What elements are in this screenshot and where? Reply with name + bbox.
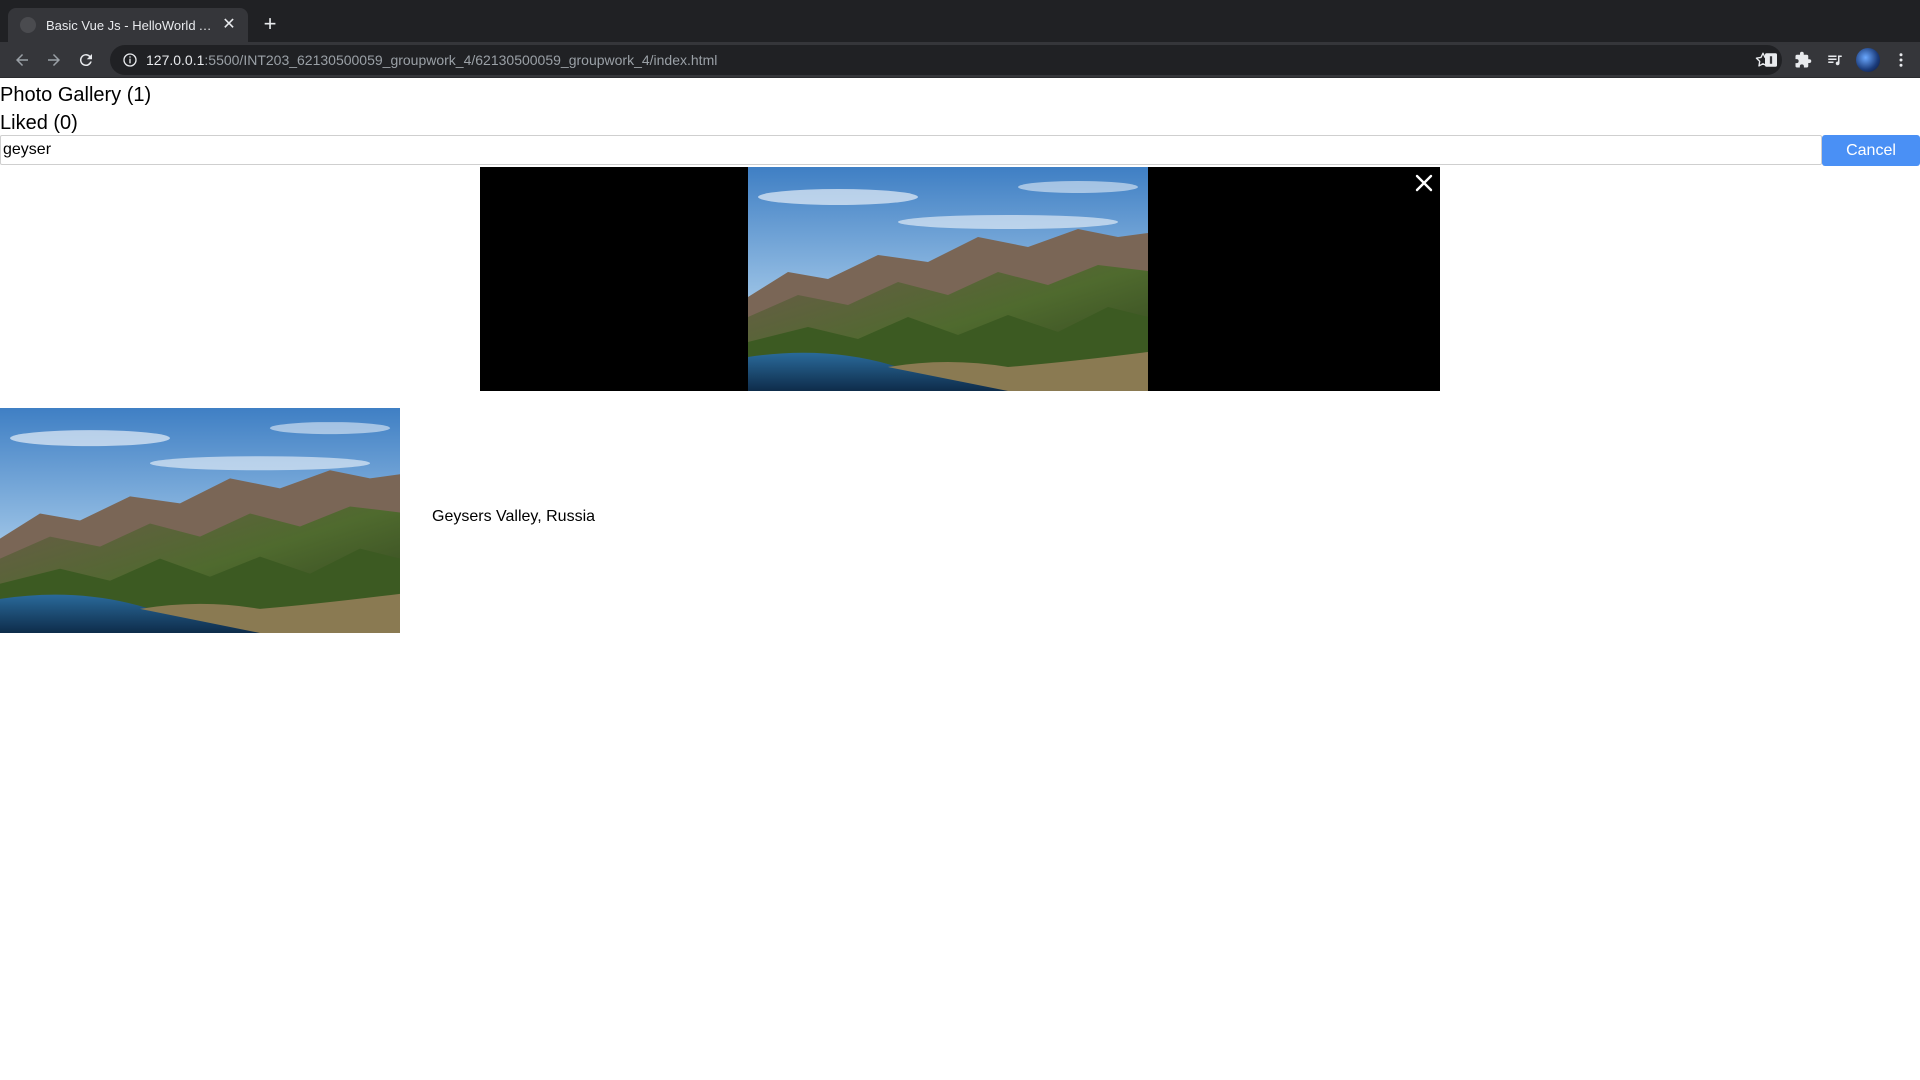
liked-heading[interactable]: Liked (0) bbox=[0, 110, 78, 136]
extension-i-icon[interactable] bbox=[1760, 49, 1782, 71]
browser-tab[interactable]: Basic Vue Js - HelloWorld App ✕ bbox=[8, 8, 248, 42]
reload-icon[interactable] bbox=[70, 44, 102, 76]
cancel-button[interactable]: Cancel bbox=[1822, 135, 1920, 166]
new-tab-button[interactable]: + bbox=[258, 10, 282, 38]
profile-avatar[interactable] bbox=[1856, 48, 1880, 72]
tab-title: Basic Vue Js - HelloWorld App bbox=[46, 17, 220, 33]
tab-close-icon[interactable]: ✕ bbox=[220, 16, 238, 34]
url-text: 127.0.0.1:5500/INT203_62130500059_groupw… bbox=[146, 52, 717, 68]
globe-icon bbox=[20, 17, 36, 33]
viewer-photo bbox=[748, 167, 1148, 391]
url-path: :5500/INT203_62130500059_groupwork_4/621… bbox=[204, 52, 718, 68]
back-arrow-icon[interactable] bbox=[6, 44, 38, 76]
url-host: 127.0.0.1 bbox=[146, 52, 205, 68]
search-input[interactable] bbox=[0, 135, 1822, 165]
puzzle-icon[interactable] bbox=[1792, 49, 1814, 71]
browser-tab-strip: Basic Vue Js - HelloWorld App ✕ + bbox=[0, 0, 1920, 42]
media-queue-icon[interactable] bbox=[1824, 49, 1846, 71]
photo-caption: Geysers Valley, Russia bbox=[432, 508, 596, 525]
forward-arrow-icon[interactable] bbox=[38, 44, 70, 76]
close-icon[interactable] bbox=[1412, 171, 1436, 195]
photo-viewer bbox=[480, 167, 1440, 391]
extensions-area bbox=[1760, 45, 1912, 75]
gallery-photo-thumbnail[interactable] bbox=[0, 408, 400, 633]
page-content: Photo Gallery (1) Liked (0) Cancel bbox=[0, 79, 1920, 1080]
kebab-menu-icon[interactable] bbox=[1890, 49, 1912, 71]
info-icon[interactable] bbox=[122, 52, 138, 68]
address-bar[interactable]: 127.0.0.1:5500/INT203_62130500059_groupw… bbox=[110, 45, 1782, 75]
browser-toolbar: 127.0.0.1:5500/INT203_62130500059_groupw… bbox=[0, 42, 1920, 78]
gallery-heading: Photo Gallery (1) bbox=[0, 84, 152, 106]
